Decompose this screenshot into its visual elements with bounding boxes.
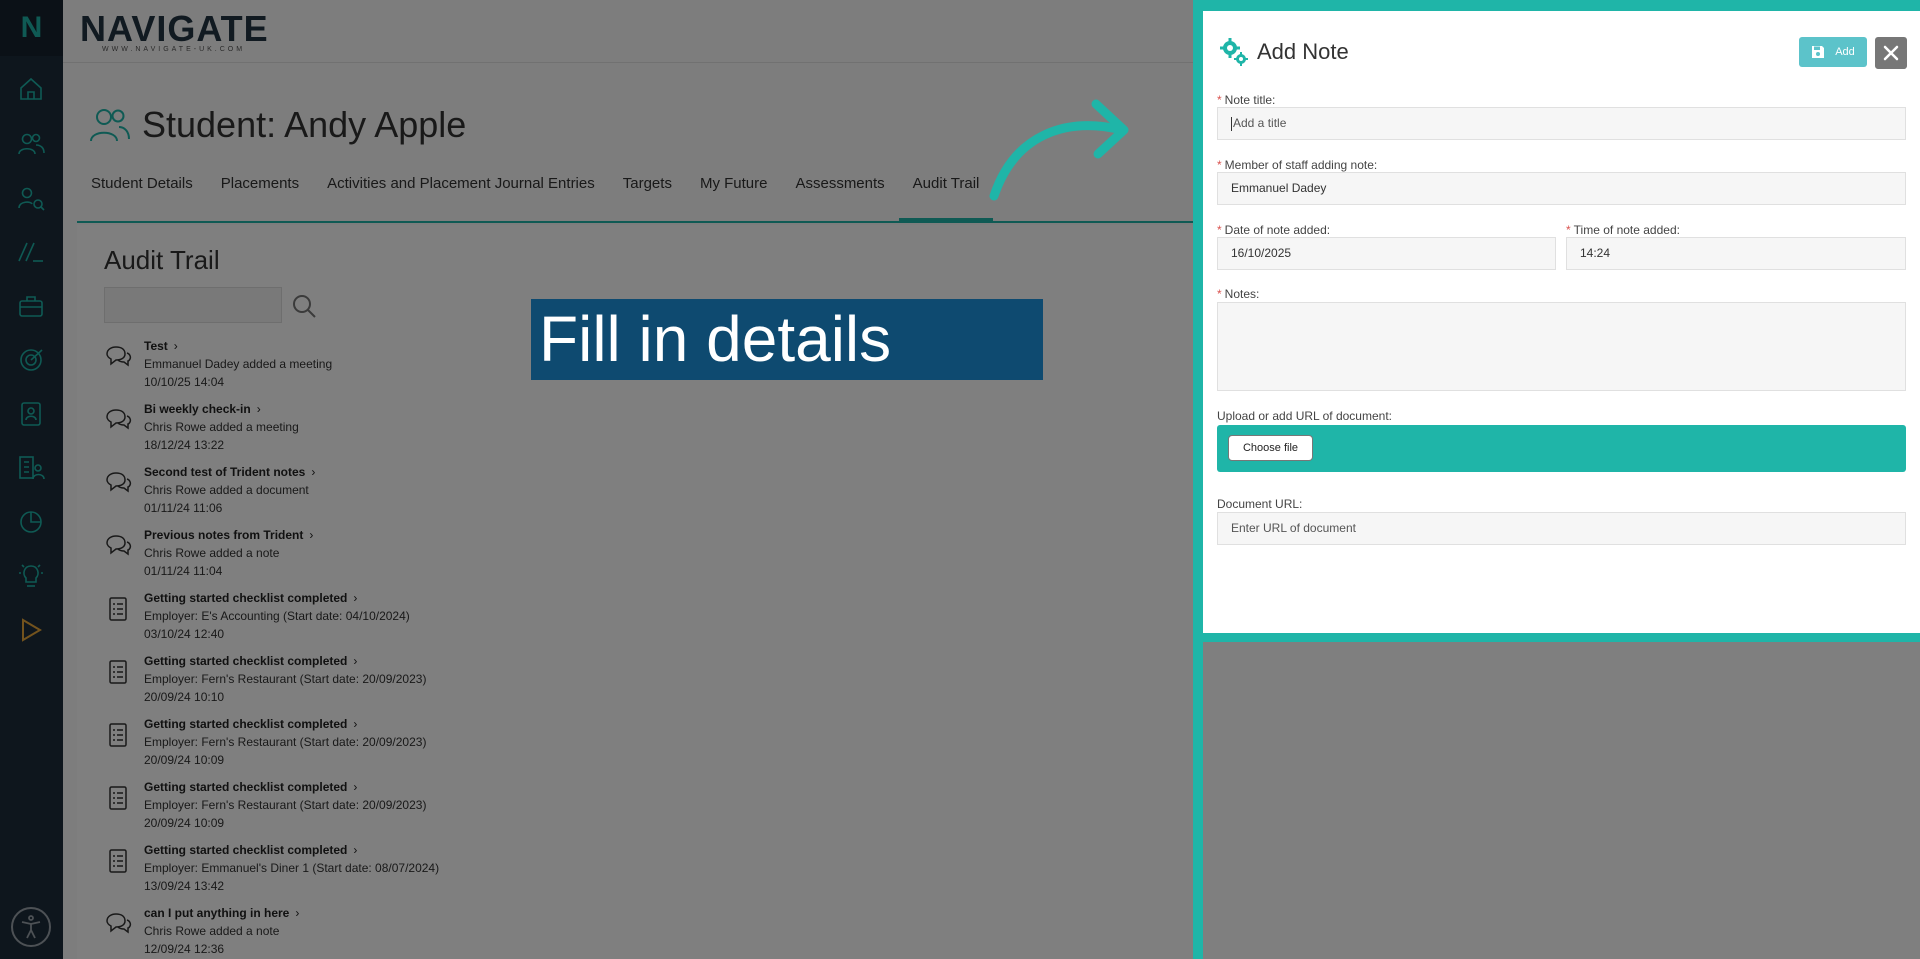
close-icon [1883, 45, 1899, 61]
note-title-label: * Note title: [1217, 93, 1276, 107]
staff-label: * Member of staff adding note: [1217, 158, 1378, 172]
notes-textarea[interactable] [1217, 302, 1906, 391]
date-field[interactable]: 16/10/2025 [1217, 237, 1556, 270]
curved-arrow-icon [989, 99, 1129, 201]
date-label: * Date of note added: [1217, 223, 1331, 237]
upload-dropzone[interactable]: Choose file [1217, 425, 1906, 472]
upload-label: Upload or add URL of document: [1217, 409, 1392, 423]
document-url-label: Document URL: [1217, 497, 1303, 511]
note-title-placeholder: Add a title [1233, 116, 1287, 130]
modal-frame-edge [1193, 642, 1203, 959]
time-label: * Time of note added: [1566, 223, 1680, 237]
gears-icon [1220, 38, 1248, 66]
add-button[interactable]: Add [1799, 37, 1867, 67]
add-button-label: Add [1835, 46, 1855, 58]
choose-file-button[interactable]: Choose file [1228, 435, 1313, 461]
add-note-modal: Add Note Add * Note title: Add a title * M… [1203, 11, 1920, 633]
note-title-input[interactable]: Add a title [1217, 107, 1906, 140]
modal-title: Add Note [1257, 39, 1349, 64]
document-url-input[interactable]: Enter URL of document [1217, 512, 1906, 545]
notes-label: * Notes: [1217, 287, 1260, 301]
save-icon [1812, 46, 1825, 58]
close-button[interactable] [1875, 37, 1907, 69]
tutorial-callout: Fill in details [531, 299, 1043, 380]
modal-header: Add Note [1219, 37, 1349, 67]
time-field[interactable]: 14:24 [1566, 237, 1906, 270]
staff-field[interactable]: Emmanuel Dadey [1217, 172, 1906, 205]
